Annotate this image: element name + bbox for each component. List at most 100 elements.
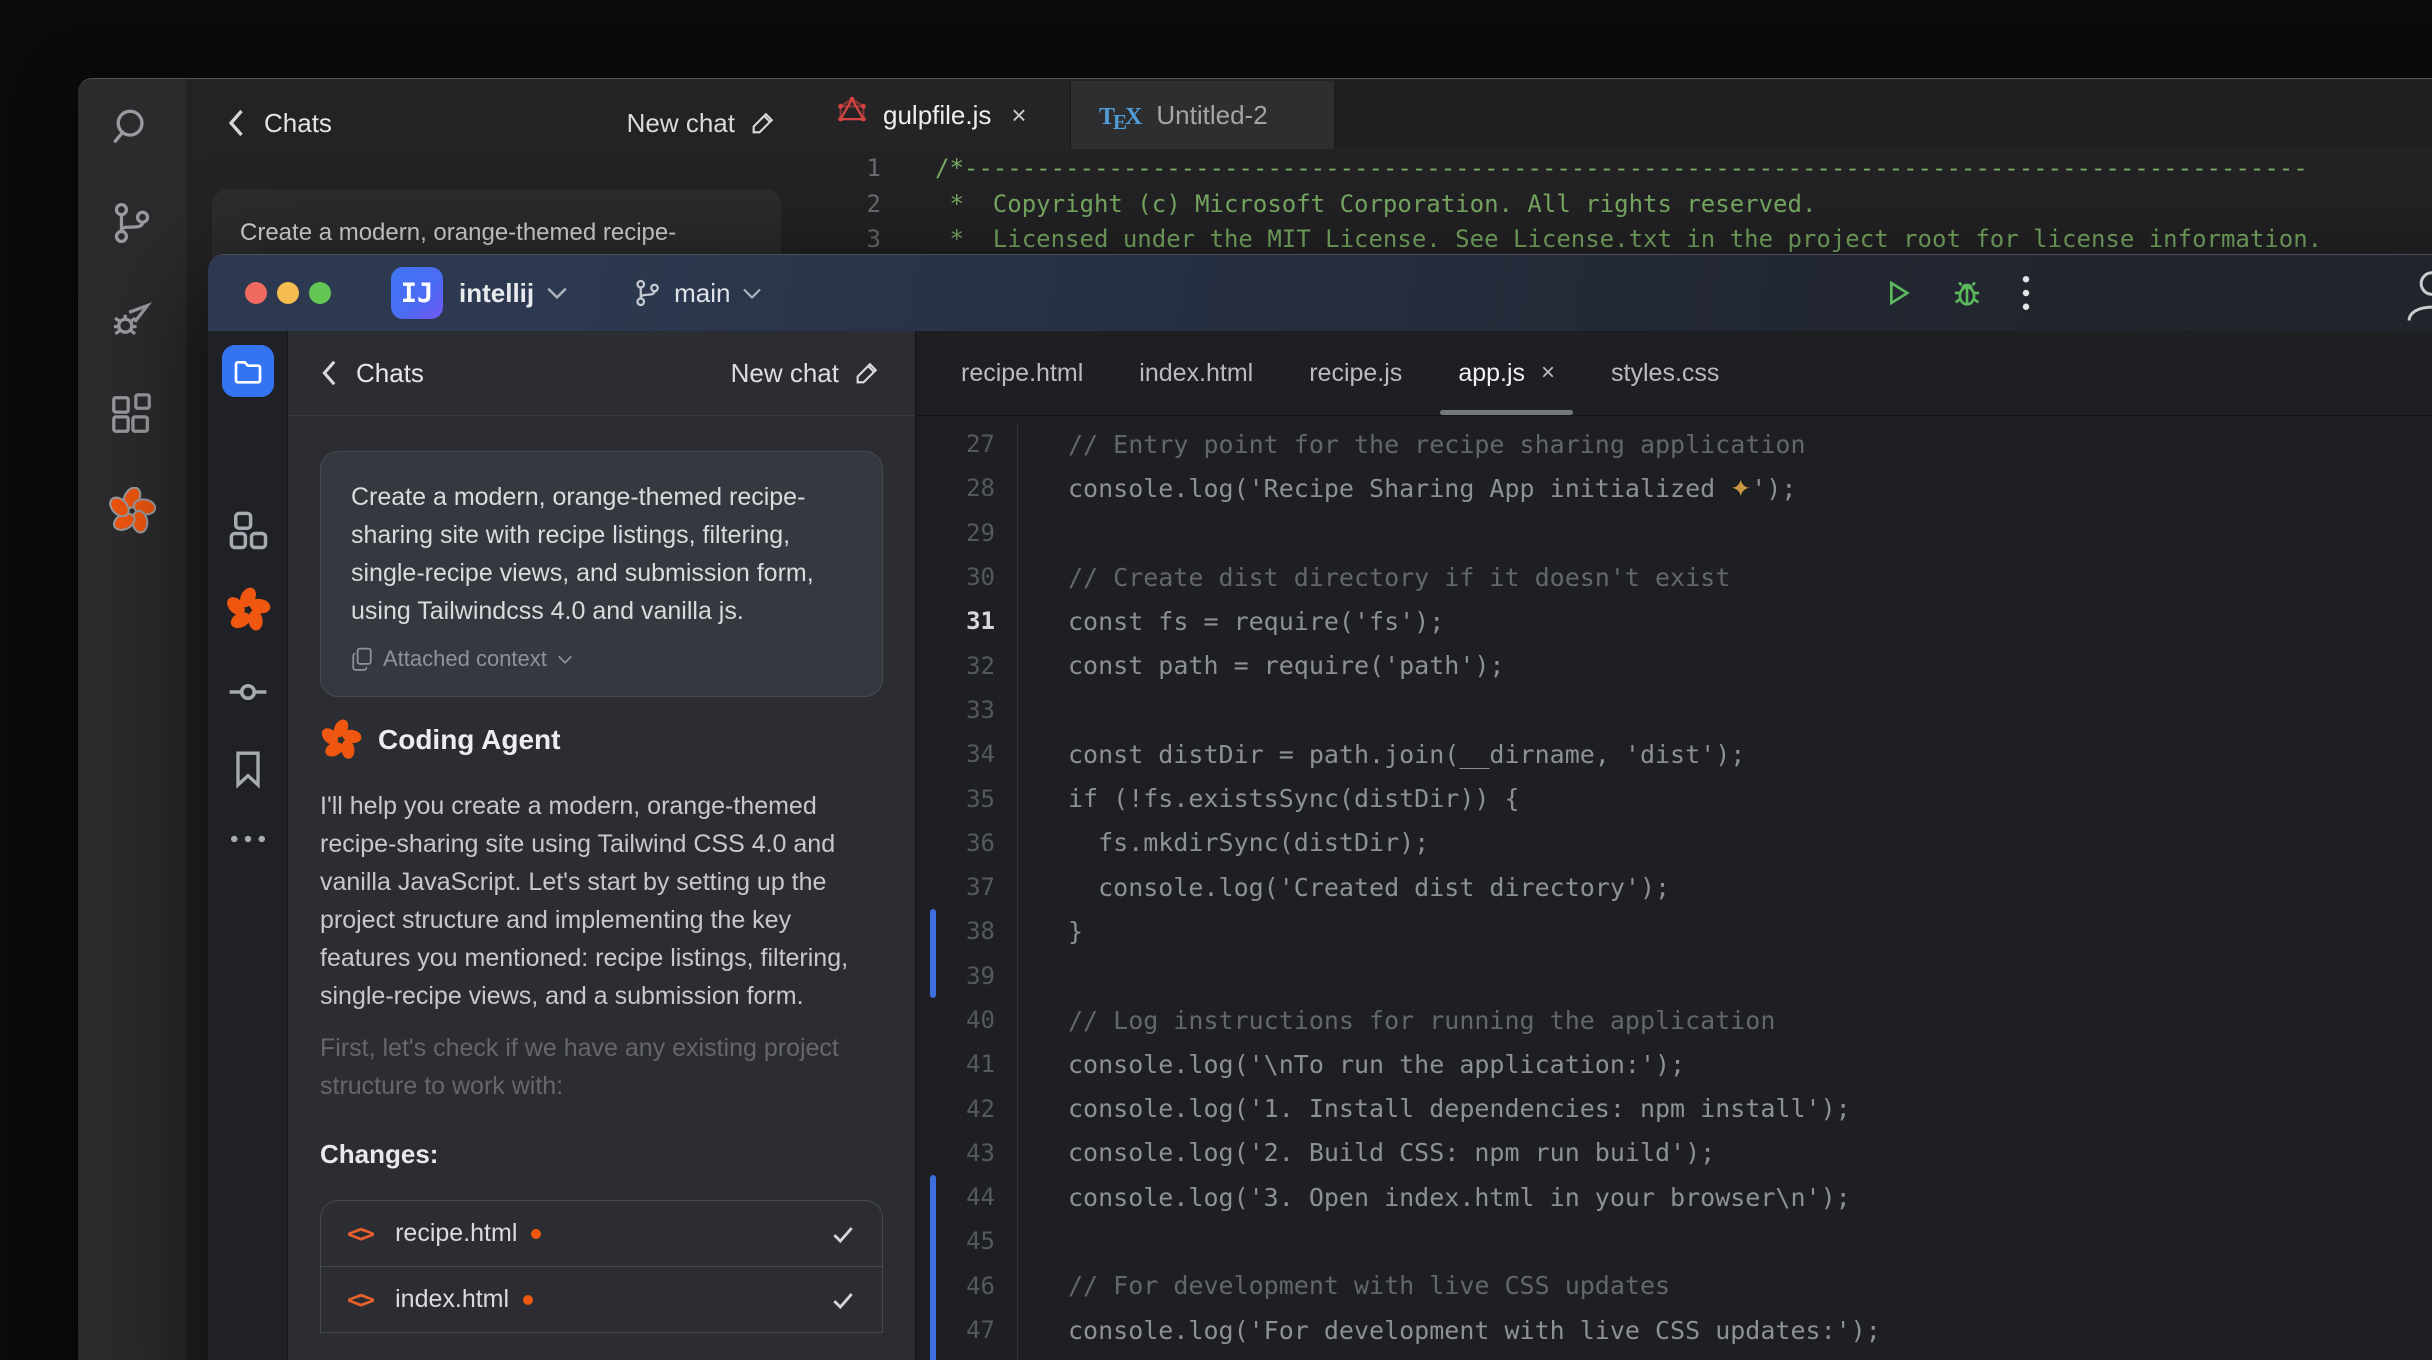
changes-list: <> recipe.html <> index.html: [320, 1200, 883, 1333]
gutter-separator: [1002, 1308, 1018, 1352]
zoom-window-button[interactable]: [309, 282, 331, 304]
code-line: 39: [917, 954, 2432, 998]
gutter-separator: [1002, 1175, 1018, 1219]
code-line: 1 /*------------------------------------…: [807, 150, 2432, 186]
gutter-separator: [1002, 1086, 1018, 1130]
debug-icon[interactable]: [1950, 276, 1984, 310]
line-number: 42: [917, 1095, 1002, 1123]
extensions-icon[interactable]: [78, 367, 186, 463]
profile-icon[interactable]: [2404, 269, 2432, 321]
agent-tool-button[interactable]: [208, 587, 288, 633]
agent-reply-paragraph: I'll help you create a modern, orange-th…: [320, 787, 883, 1015]
more-actions-icon[interactable]: [2020, 273, 2032, 313]
line-text: const path = require('path');: [1018, 651, 1505, 680]
back-chats-title[interactable]: Chats: [264, 108, 332, 139]
more-tools-button[interactable]: [208, 831, 288, 847]
project-name[interactable]: intellij: [459, 278, 534, 309]
commit-icon: [227, 671, 269, 713]
changed-file-name: recipe.html: [395, 1219, 517, 1248]
tool-window-bar: [208, 331, 288, 1360]
editor-tab[interactable]: TEX Untitled-2: [1071, 81, 1335, 149]
code-line: 29: [917, 511, 2432, 555]
line-number: 46: [917, 1272, 1002, 1300]
editor-tab[interactable]: index.html: [1111, 331, 1281, 415]
code-line: 46 // For development with live CSS upda…: [917, 1264, 2432, 1308]
code-line: 34 const distDir = path.join(__dirname, …: [917, 732, 2432, 776]
code-area[interactable]: 27 // Entry point for the recipe sharing…: [917, 416, 2432, 1360]
project-tool-button[interactable]: [208, 345, 288, 397]
line-text: const distDir = path.join(__dirname, 'di…: [1018, 740, 1745, 769]
code-line: 38 }: [917, 909, 2432, 953]
code-line: 44 console.log('3. Open index.html in yo…: [917, 1175, 2432, 1219]
bookmark-icon: [228, 749, 268, 789]
tab-label: styles.css: [1611, 359, 1719, 388]
gutter-separator: [1002, 1264, 1018, 1308]
structure-tool-button[interactable]: [208, 509, 288, 551]
branch-switcher[interactable]: main: [632, 278, 762, 309]
changed-file-row[interactable]: <> index.html: [321, 1267, 882, 1333]
line-text: console.log('3. Open index.html in your …: [1018, 1183, 1851, 1212]
back-new-chat-button[interactable]: New chat: [627, 108, 777, 139]
attached-context-toggle[interactable]: Attached context: [351, 646, 852, 672]
code-line: 47 console.log('For development with liv…: [917, 1308, 2432, 1352]
modified-dot: [523, 1295, 533, 1305]
editor-tab[interactable]: gulpfile.js ×: [807, 81, 1071, 149]
line-number: 30: [917, 563, 1002, 591]
changed-file-name: index.html: [395, 1285, 509, 1314]
agent-logo-icon: [225, 587, 271, 633]
line-number: 47: [917, 1316, 1002, 1344]
changed-file-row[interactable]: <> recipe.html: [321, 1201, 882, 1267]
editor-tab[interactable]: recipe.js: [1281, 331, 1430, 415]
line-number: 44: [917, 1183, 1002, 1211]
editor-tab[interactable]: app.js ×: [1430, 331, 1583, 415]
editor-tab[interactable]: recipe.html: [933, 331, 1111, 415]
minimize-window-button[interactable]: [277, 282, 299, 304]
line-text: * Copyright (c) Microsoft Corporation. A…: [887, 190, 1816, 218]
editor-tab[interactable]: styles.css: [1583, 331, 1747, 415]
run-debug-icon[interactable]: [78, 271, 186, 367]
code-line: 32 const path = require('path');: [917, 643, 2432, 687]
changes-heading: Changes:: [320, 1139, 883, 1170]
new-chat-button[interactable]: New chat: [731, 358, 881, 389]
back-code[interactable]: 1 /*------------------------------------…: [807, 150, 2432, 257]
line-text: console.log('\nTo run the application:')…: [1018, 1050, 1685, 1079]
code-line: 2 * Copyright (c) Microsoft Corporation.…: [807, 186, 2432, 222]
user-prompt-bubble[interactable]: Create a modern, orange-themed recipe-sh…: [320, 451, 883, 697]
gutter-separator: [1002, 732, 1018, 776]
chat-panel: Chats New chat Create a modern, orange-t…: [288, 331, 915, 1360]
gutter-separator: [1002, 511, 1018, 555]
check-icon: [830, 1287, 856, 1313]
close-tab-icon[interactable]: ×: [1541, 359, 1555, 387]
run-icon[interactable]: [1882, 277, 1914, 309]
bookmarks-tool-button[interactable]: [208, 749, 288, 789]
commit-tool-button[interactable]: [208, 671, 288, 713]
agent-logo-icon[interactable]: [78, 463, 186, 559]
chevron-down-icon: [557, 654, 573, 665]
chevron-down-icon: [742, 287, 762, 300]
code-lines[interactable]: 27 // Entry point for the recipe sharing…: [917, 422, 2432, 1360]
close-tab-icon[interactable]: ×: [1011, 100, 1026, 131]
branch-name: main: [674, 278, 730, 309]
chevron-left-icon[interactable]: [320, 359, 340, 387]
gutter-separator: [1002, 1131, 1018, 1175]
chats-title[interactable]: Chats: [356, 358, 424, 389]
chat-header: Chats New chat: [288, 331, 915, 416]
code-line: 36 fs.mkdirSync(distDir);: [917, 821, 2432, 865]
code-line: 42 console.log('1. Install dependencies:…: [917, 1086, 2432, 1130]
gutter-separator: [1002, 821, 1018, 865]
line-number: 2: [807, 190, 887, 218]
source-control-icon[interactable]: [78, 175, 186, 271]
chevron-left-icon[interactable]: [226, 108, 248, 138]
back-tab-bar: gulpfile.js × TEX Untitled-2: [807, 81, 2432, 149]
pencil-icon: [749, 109, 777, 137]
folder-icon: [222, 345, 274, 397]
search-icon[interactable]: [78, 79, 186, 175]
chevron-down-icon[interactable]: [546, 286, 568, 300]
code-line: 41 console.log('\nTo run the application…: [917, 1042, 2432, 1086]
line-number: 39: [917, 962, 1002, 990]
code-line: 48 console.log('npm run watch');: [917, 1352, 2432, 1360]
git-branch-icon: [632, 278, 662, 308]
line-number: 32: [917, 652, 1002, 680]
gutter-separator: [1002, 688, 1018, 732]
close-window-button[interactable]: [245, 282, 267, 304]
